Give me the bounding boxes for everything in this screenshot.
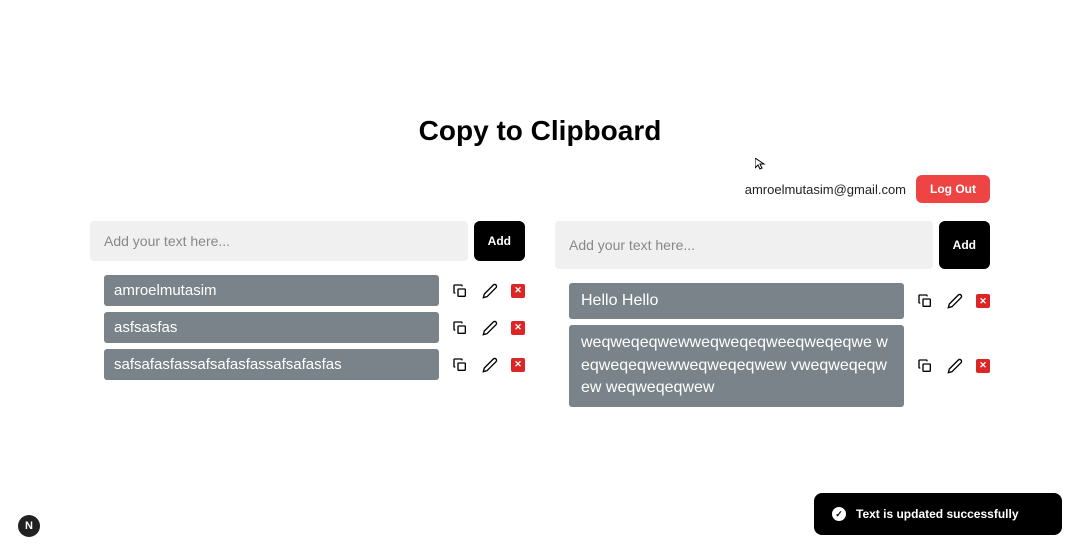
list-item: Hello Hello xyxy=(555,283,990,319)
edit-icon[interactable] xyxy=(481,282,499,300)
page-title: Copy to Clipboard xyxy=(0,115,1080,147)
columns-container: Add amroelmutasim asfsasfas s xyxy=(0,221,1080,413)
edit-icon[interactable] xyxy=(481,356,499,374)
column-right: Add Hello Hello weqweqeqwewweqweqeqweeqw… xyxy=(555,221,990,413)
text-input-right[interactable] xyxy=(555,221,933,269)
copy-icon[interactable] xyxy=(451,282,469,300)
logout-button[interactable]: Log Out xyxy=(916,175,990,203)
copy-icon[interactable] xyxy=(451,319,469,337)
delete-icon[interactable] xyxy=(511,284,525,298)
list-item: weqweqeqwewweqweqeqweeqweqeqwe weqweqeqw… xyxy=(555,325,990,406)
check-circle-icon xyxy=(832,507,846,521)
text-input-left[interactable] xyxy=(90,221,468,261)
input-row: Add xyxy=(555,221,990,269)
edit-icon[interactable] xyxy=(946,357,964,375)
copy-icon[interactable] xyxy=(451,356,469,374)
delete-icon[interactable] xyxy=(511,321,525,335)
cursor-icon xyxy=(755,158,767,170)
toast-message: Text is updated successfully xyxy=(856,507,1019,521)
logo-badge[interactable]: N xyxy=(18,515,40,537)
toast-notification: Text is updated successfully xyxy=(814,493,1062,535)
item-card: safsafasfassafsafasfassafsafasfas xyxy=(104,349,439,380)
list-item: safsafasfassafsafasfassafsafasfas xyxy=(90,349,525,380)
delete-icon[interactable] xyxy=(976,294,990,308)
list-item: amroelmutasim xyxy=(90,275,525,306)
header-row: amroelmutasim@gmail.com Log Out xyxy=(0,175,1080,203)
delete-icon[interactable] xyxy=(976,359,990,373)
input-row: Add xyxy=(90,221,525,261)
copy-icon[interactable] xyxy=(916,292,934,310)
item-actions xyxy=(916,292,990,310)
item-card: asfsasfas xyxy=(104,312,439,343)
item-card: Hello Hello xyxy=(569,283,904,319)
item-actions xyxy=(451,356,525,374)
edit-icon[interactable] xyxy=(946,292,964,310)
item-card: amroelmutasim xyxy=(104,275,439,306)
item-actions xyxy=(916,357,990,375)
user-email: amroelmutasim@gmail.com xyxy=(745,182,906,197)
edit-icon[interactable] xyxy=(481,319,499,337)
add-button-left[interactable]: Add xyxy=(474,221,525,261)
item-actions xyxy=(451,282,525,300)
delete-icon[interactable] xyxy=(511,358,525,372)
item-actions xyxy=(451,319,525,337)
column-left: Add amroelmutasim asfsasfas s xyxy=(90,221,525,413)
list-item: asfsasfas xyxy=(90,312,525,343)
copy-icon[interactable] xyxy=(916,357,934,375)
add-button-right[interactable]: Add xyxy=(939,221,990,269)
item-card: weqweqeqwewweqweqeqweeqweqeqwe weqweqeqw… xyxy=(569,325,904,406)
